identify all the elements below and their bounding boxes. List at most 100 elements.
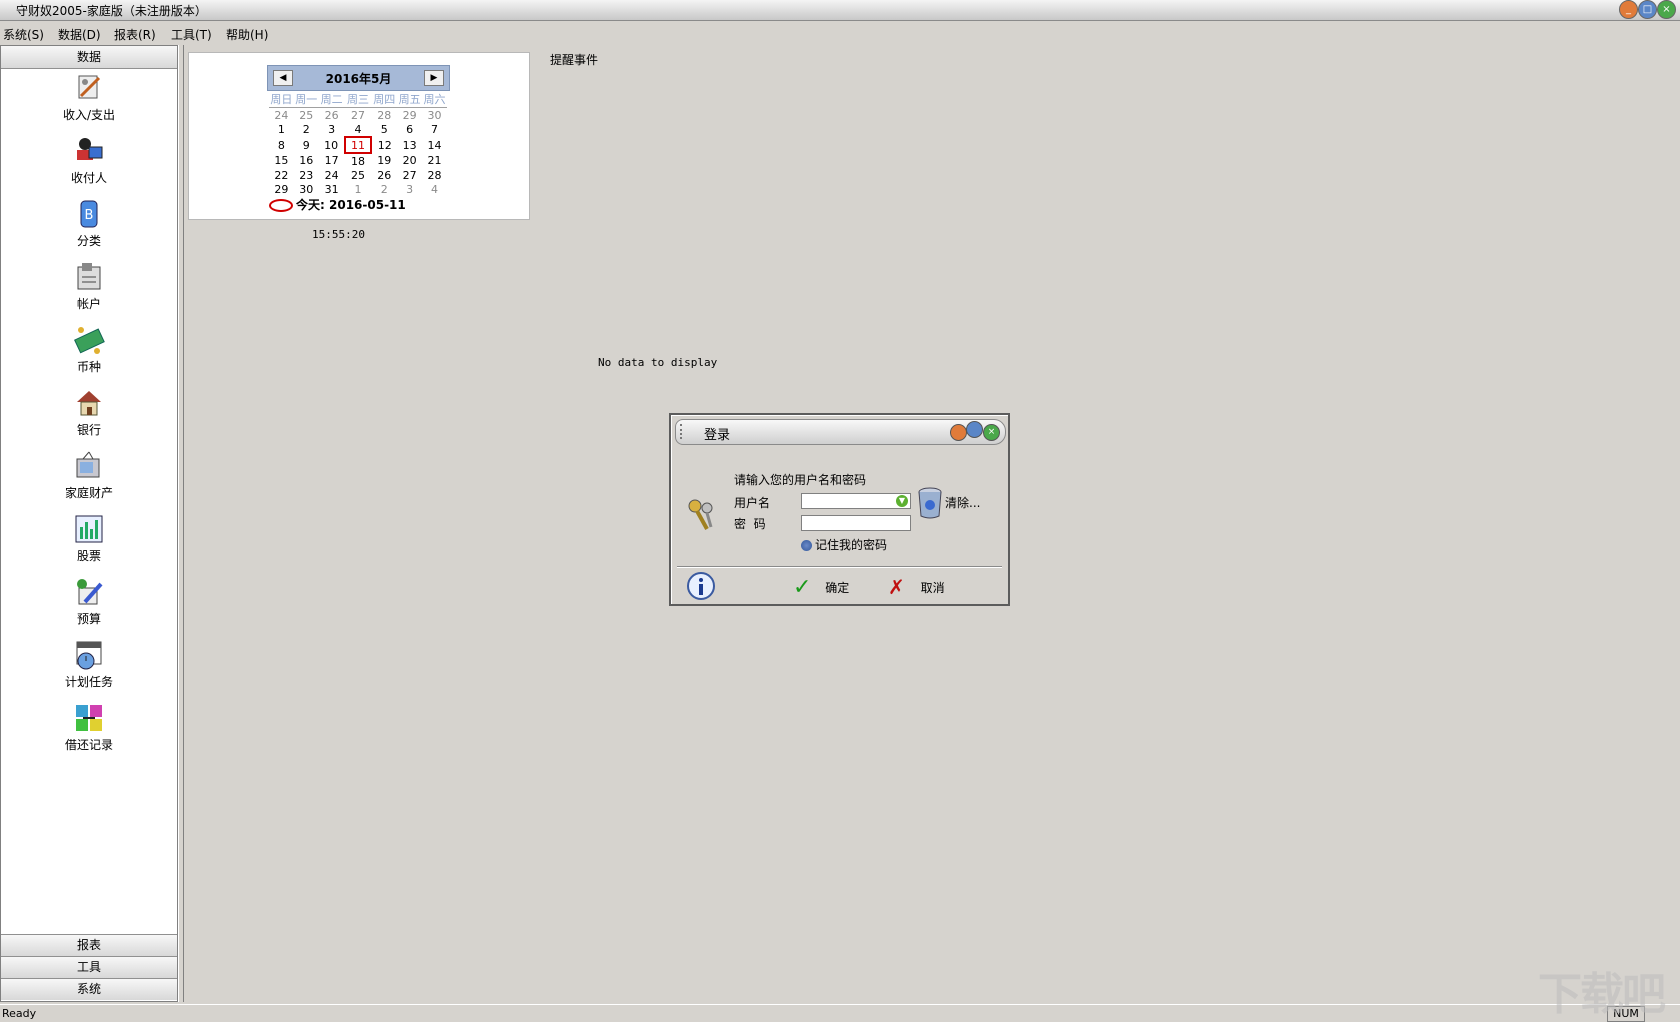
sidebar-item-income-expense[interactable]: 收入/支出	[1, 72, 177, 130]
calendar-day[interactable]: 28	[371, 108, 397, 123]
calendar-day[interactable]: 27	[345, 108, 372, 123]
calendar-day[interactable]: 25	[345, 168, 372, 182]
calendar-day[interactable]: 31	[319, 182, 345, 196]
calendar-day[interactable]: 7	[422, 122, 447, 137]
calendar-day[interactable]: 25	[294, 108, 319, 123]
calendar-day[interactable]: 4	[345, 122, 372, 137]
weekday-header: 周四	[371, 91, 398, 108]
menu-report[interactable]: 报表(R)	[114, 26, 156, 43]
sidebar-item-label: 收付人	[70, 171, 107, 185]
calendar-day[interactable]: 9	[294, 137, 319, 153]
menu-help[interactable]: 帮助(H)	[226, 26, 268, 43]
calendar-day[interactable]: 26	[319, 108, 345, 123]
calendar-day[interactable]: 30	[294, 182, 319, 196]
sidebar-item-payee[interactable]: 收付人	[1, 135, 177, 193]
loan-record-icon	[76, 705, 102, 731]
maximize-icon[interactable]: □	[1638, 0, 1657, 19]
sidebar-item-label: 股票	[76, 549, 101, 563]
calendar-day[interactable]: 2	[294, 122, 319, 137]
trash-icon[interactable]	[916, 487, 944, 519]
budget-icon	[77, 579, 103, 605]
sidebar-item-stock[interactable]: 股票	[1, 513, 177, 571]
calendar-day[interactable]: 12	[371, 137, 397, 153]
cancel-button[interactable]: ✗ 取消	[888, 575, 945, 599]
calendar-day[interactable]: 20	[397, 153, 422, 168]
calendar-day[interactable]: 28	[422, 168, 447, 182]
calendar-day[interactable]: 2	[371, 182, 397, 196]
dialog-minimize-icon[interactable]	[950, 424, 967, 441]
calendar-day[interactable]: 29	[397, 108, 422, 123]
calendar-day[interactable]: 22	[269, 168, 294, 182]
calendar-day[interactable]: 13	[397, 137, 422, 153]
menu-data[interactable]: 数据(D)	[58, 26, 101, 43]
next-month-icon[interactable]: ▶	[424, 70, 444, 86]
menu-system[interactable]: 系统(S)	[3, 26, 44, 43]
calendar-day[interactable]: 29	[269, 182, 294, 196]
calendar-day[interactable]: 23	[294, 168, 319, 182]
dialog-body: 请输入您的用户名和密码 用户名 密 码 ▼ 清除... 记住我的密码	[677, 447, 1002, 569]
check-icon: ✓	[793, 575, 812, 600]
clear-button[interactable]: 清除...	[945, 494, 980, 511]
sidebar-group-report[interactable]: 报表	[1, 934, 177, 956]
menu-tools[interactable]: 工具(T)	[171, 26, 212, 43]
window-title: 守财奴2005-家庭版（未注册版本）	[16, 4, 207, 18]
sidebar-group-tools[interactable]: 工具	[1, 956, 177, 978]
menu-bar: 系统(S) 数据(D) 报表(R) 工具(T) 帮助(H)	[0, 23, 1680, 43]
login-prompt: 请输入您的用户名和密码	[734, 473, 867, 487]
calendar-day[interactable]: 8	[269, 137, 294, 153]
dialog-maximize-icon[interactable]	[966, 421, 983, 438]
dialog-title-bar[interactable]: 登录 ×	[675, 419, 1006, 445]
calendar-day[interactable]: 5	[371, 122, 397, 137]
dropdown-icon[interactable]: ▼	[896, 495, 908, 507]
calendar-day[interactable]: 30	[422, 108, 447, 123]
sidebar-item-bank[interactable]: 银行	[1, 387, 177, 445]
cancel-label: 取消	[920, 580, 945, 595]
sidebar-item-account[interactable]: 帐户	[1, 261, 177, 319]
sidebar-group-system[interactable]: 系统	[1, 978, 177, 1000]
ok-button[interactable]: ✓ 确定	[793, 575, 849, 600]
calendar-day[interactable]: 3	[319, 122, 345, 137]
calendar-day[interactable]: 16	[294, 153, 319, 168]
status-bar: Ready NUM	[0, 1004, 1680, 1022]
calendar-day[interactable]: 4	[422, 182, 447, 196]
calendar-day[interactable]: 17	[319, 153, 345, 168]
calendar-day[interactable]: 3	[397, 182, 422, 196]
calendar-day[interactable]: 11	[343, 136, 373, 154]
info-icon[interactable]	[685, 571, 717, 603]
sidebar-item-home-asset[interactable]: 家庭财产	[1, 450, 177, 508]
calendar-day[interactable]: 1	[269, 122, 294, 137]
calendar-day[interactable]: 6	[397, 122, 422, 137]
calendar-day[interactable]: 10	[319, 137, 345, 153]
calendar-today[interactable]: 今天: 2016-05-11	[269, 196, 406, 213]
calendar-day[interactable]: 19	[371, 153, 397, 168]
calendar-day[interactable]: 1	[345, 182, 372, 196]
calendar-day[interactable]: 21	[422, 153, 447, 168]
income-expense-icon	[78, 75, 101, 99]
calendar-day[interactable]: 18	[345, 153, 372, 168]
login-dialog: 登录 × 请输入您的用户名和密码 用户名 密 码 ▼ 清除... 记住我的密码 …	[669, 413, 1010, 606]
username-input[interactable]: ▼	[801, 493, 911, 509]
sidebar-item-budget[interactable]: 预算	[1, 576, 177, 634]
calendar-day[interactable]: 24	[269, 108, 294, 123]
calendar-day[interactable]: 26	[371, 168, 397, 182]
password-input[interactable]	[801, 515, 911, 531]
sidebar-item-scheduled-task[interactable]: 计划任务	[1, 639, 177, 697]
dialog-close-icon[interactable]: ×	[983, 424, 1000, 441]
sidebar-item-currency[interactable]: 币种	[1, 324, 177, 382]
minimize-icon[interactable]: _	[1619, 0, 1638, 19]
weekday-header: 周三	[344, 91, 372, 108]
close-icon[interactable]: ×	[1657, 0, 1676, 19]
sidebar-item-category[interactable]: B 分类	[1, 198, 177, 256]
calendar-day[interactable]: 14	[422, 137, 447, 153]
calendar-day[interactable]: 27	[397, 168, 422, 182]
sidebar-item-loan-record[interactable]: 借还记录	[1, 702, 177, 760]
reminder-title: 提醒事件	[550, 53, 599, 67]
calendar-day[interactable]: 15	[269, 153, 294, 168]
weekday-header: 周二	[318, 91, 345, 108]
today-label: 今天:	[296, 198, 325, 212]
today-date: 2016-05-11	[329, 198, 406, 212]
calendar-day[interactable]: 24	[319, 168, 345, 182]
weekday-header: 周五	[397, 91, 423, 108]
remember-password-option[interactable]: 记住我的密码	[801, 536, 887, 553]
sidebar-header[interactable]: 数据	[1, 46, 177, 69]
